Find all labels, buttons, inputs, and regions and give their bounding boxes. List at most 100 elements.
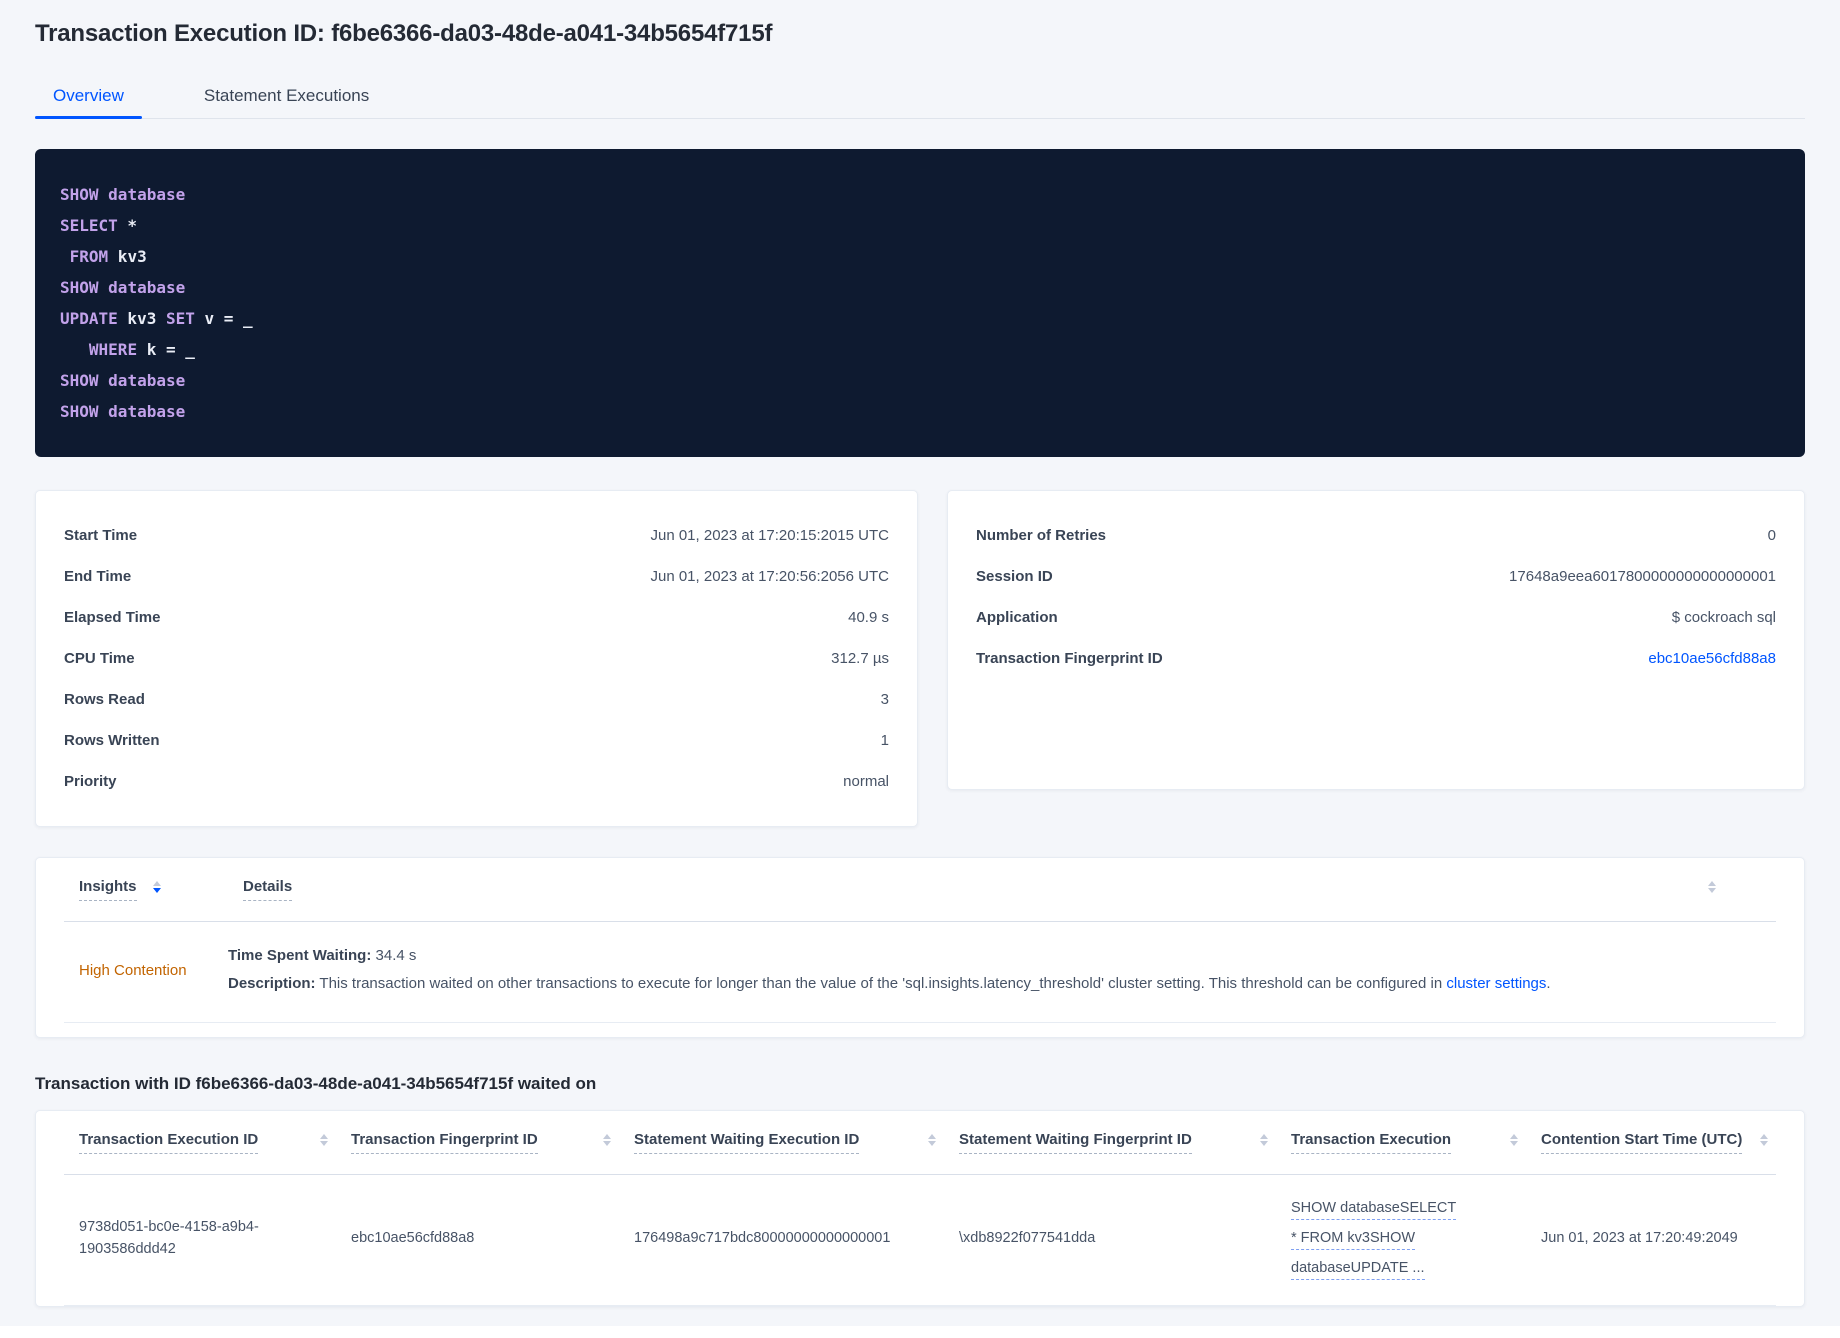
column-header-statement-waiting-fingerprint-id[interactable]: Statement Waiting Fingerprint ID [944, 1131, 1276, 1154]
details-column-header[interactable]: Details [243, 878, 1776, 901]
column-header-transaction-execution[interactable]: Transaction Execution [1276, 1131, 1526, 1154]
sql-line: UPDATE kv3 SET v = _ [60, 303, 1780, 334]
tab-overview[interactable]: Overview [35, 74, 142, 119]
sql-text: kv3 [117, 309, 166, 328]
sql-keyword: SHOW [60, 402, 99, 421]
sort-down-icon [1260, 1141, 1268, 1146]
waiting-time-value: 34.4 s [371, 947, 417, 964]
column-header-contention-start-time-utc[interactable]: Contention Start Time (UTC) [1526, 1131, 1776, 1154]
column-header-transaction-fingerprint-id[interactable]: Transaction Fingerprint ID [336, 1131, 619, 1154]
waited-on-table: Transaction Execution ID Transaction Fing… [35, 1110, 1805, 1307]
transaction-execution-link[interactable]: SHOW databaseSELECT * FROM kv3SHOW datab… [1291, 1200, 1457, 1280]
session-summary-card: Number of Retries 0 Session ID 17648a9eea60… [947, 490, 1805, 790]
execution-summary-card: Start Time Jun 01, 2023 at 17:20:15:2015 … [35, 490, 918, 827]
sql-text: v = _ [194, 309, 253, 328]
summary-row: Application $ cockroach sql [976, 597, 1776, 638]
sort-icon[interactable] [603, 1131, 611, 1154]
sort-icon[interactable] [1510, 1131, 1518, 1154]
details-column-label[interactable]: Details [243, 878, 293, 901]
summary-value: $ cockroach sql [1671, 609, 1776, 626]
sql-keyword: SHOW [60, 185, 99, 204]
fingerprint-id-link[interactable]: ebc10ae56cfd88a8 [1648, 650, 1776, 667]
column-header-label[interactable]: Transaction Execution ID [79, 1131, 259, 1154]
column-header-label[interactable]: Transaction Fingerprint ID [351, 1131, 538, 1154]
sort-up-icon [1760, 1134, 1768, 1139]
sql-line: SHOW database [60, 396, 1780, 427]
sql-keyword: database [108, 402, 186, 421]
summary-label: Start Time [64, 527, 138, 544]
summary-label: Rows Read [64, 691, 145, 708]
waiting-time-label: Time Spent Waiting: [228, 947, 372, 964]
sql-text: k = _ [137, 340, 195, 359]
insights-column-label[interactable]: Insights [79, 878, 137, 901]
sort-icon[interactable] [1760, 1131, 1768, 1154]
sql-text: * [117, 216, 138, 235]
column-header-transaction-execution-id[interactable]: Transaction Execution ID [64, 1131, 336, 1154]
description-label: Description: [228, 975, 316, 992]
summary-label: Rows Written [64, 732, 160, 749]
sort-down-icon [152, 888, 161, 893]
transaction-details-page: Transaction Execution ID: f6be6366-da03-… [0, 20, 1840, 1307]
sort-up-icon [1510, 1134, 1518, 1139]
insight-details: Time Spent Waiting: 34.4 s Description: … [228, 946, 1776, 994]
summary-row: Priority normal [64, 761, 889, 802]
sql-line: SHOW database [60, 365, 1780, 396]
sql-keyword: SELECT [60, 216, 118, 235]
sort-down-icon [1760, 1141, 1768, 1146]
sql-keyword: WHERE [88, 340, 138, 359]
tab-overview-label: Overview [53, 86, 124, 105]
summary-value: normal [843, 773, 889, 790]
sort-icon[interactable] [1708, 878, 1716, 893]
sql-keyword: FROM [69, 247, 109, 266]
sql-line: WHERE k = _ [60, 334, 1780, 365]
sort-up-icon [1708, 881, 1716, 886]
sort-down-icon [1708, 888, 1716, 893]
summary-row: Number of Retries 0 [976, 515, 1776, 556]
sql-line: FROM kv3 [60, 241, 1780, 272]
summary-value: Jun 01, 2023 at 17:20:15:2015 UTC [650, 527, 889, 544]
column-header-statement-waiting-execution-id[interactable]: Statement Waiting Execution ID [619, 1131, 944, 1154]
summary-value: 0 [1767, 527, 1776, 544]
page-title: Transaction Execution ID: f6be6366-da03-… [35, 20, 773, 47]
sort-icon[interactable] [1260, 1131, 1268, 1154]
summary-label: Transaction Fingerprint ID [976, 650, 1163, 667]
column-header-label[interactable]: Contention Start Time (UTC) [1541, 1131, 1743, 1154]
sort-up-icon [928, 1134, 936, 1139]
summary-row: End Time Jun 01, 2023 at 17:20:56:2056 UT… [64, 556, 889, 597]
sql-text: kv3 [108, 247, 147, 266]
summary-value: 1 [880, 732, 889, 749]
column-header-label[interactable]: Statement Waiting Execution ID [634, 1131, 860, 1154]
column-header-label[interactable]: Statement Waiting Fingerprint ID [959, 1131, 1192, 1154]
insights-column-header[interactable]: Insights [64, 878, 243, 901]
tab-statement-executions-label: Statement Executions [203, 86, 370, 105]
sort-icon[interactable] [928, 1131, 936, 1154]
tab-statement-executions[interactable]: Statement Executions [186, 74, 387, 118]
insight-type-label: High Contention [79, 961, 187, 979]
summary-label: Application [976, 609, 1058, 626]
summary-label: Session ID [976, 568, 1053, 585]
insight-row: High Contention Time Spent Waiting: 34.4… [64, 922, 1776, 1023]
cell-transaction-fingerprint-id: ebc10ae56cfd88a8 [351, 1230, 475, 1246]
sort-up-icon [1260, 1134, 1268, 1139]
waited-on-heading: Transaction with ID f6be6366-da03-48de-a… [35, 1074, 597, 1093]
sort-icon[interactable] [152, 878, 161, 893]
sort-icon[interactable] [320, 1131, 328, 1154]
sort-up-icon [320, 1134, 328, 1139]
summary-label: Number of Retries [976, 527, 1107, 544]
table-row: 9738d051-bc0e-4158-a9b4-1903586ddd42 ebc1… [64, 1175, 1776, 1306]
summary-row: Rows Read 3 [64, 679, 889, 720]
summary-row: Transaction Fingerprint ID ebc10ae56cfd88… [976, 638, 1776, 679]
column-header-label[interactable]: Transaction Execution [1291, 1131, 1452, 1154]
sql-keyword: UPDATE [60, 309, 118, 328]
cluster-settings-link[interactable]: cluster settings [1446, 975, 1546, 992]
description-text: This transaction waited on other transac… [315, 975, 1447, 992]
sort-up-icon [152, 881, 161, 886]
insight-description-line: Description: This transaction waited on … [228, 974, 1776, 994]
summary-row: Elapsed Time 40.9 s [64, 597, 889, 638]
sql-statement-box: SHOW database SELECT * FROM kv3 SHOW datab… [35, 149, 1805, 457]
